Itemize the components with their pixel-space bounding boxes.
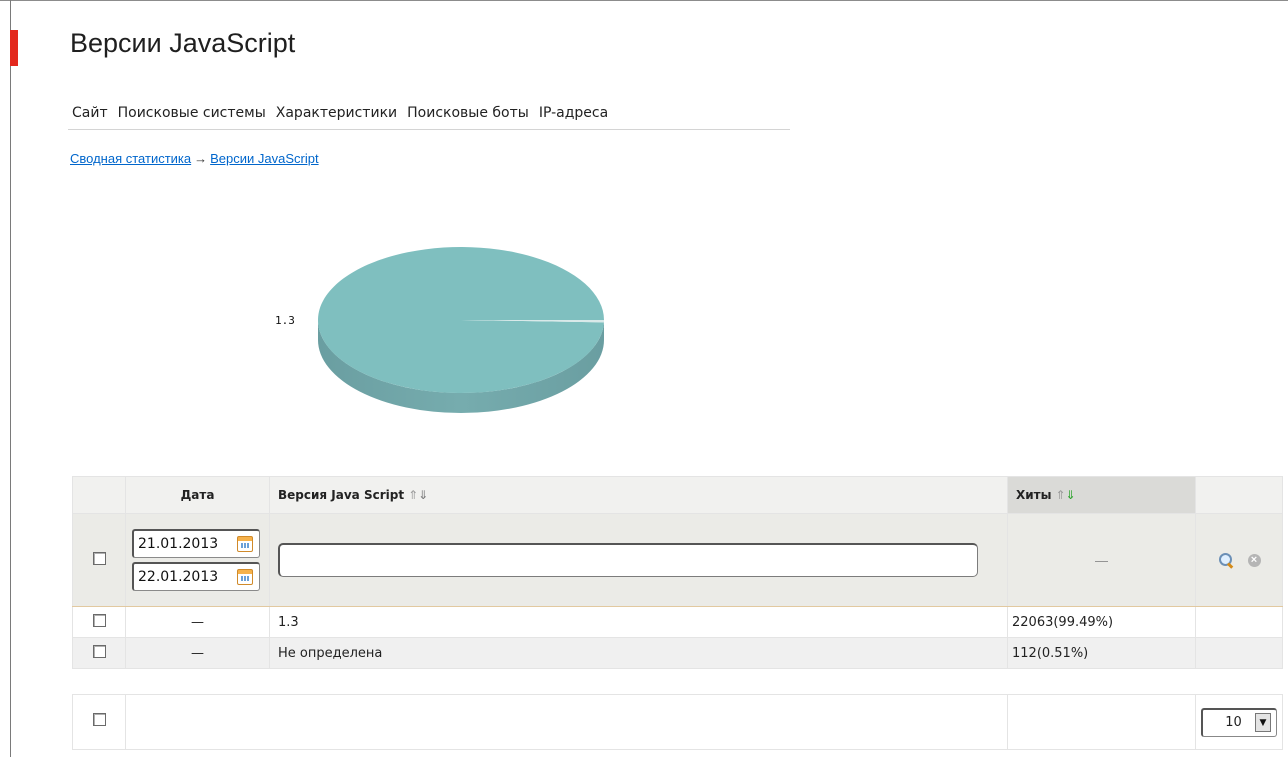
breadcrumb: Сводная статистика → Версии JavaScript <box>70 151 319 166</box>
row-select-cell <box>72 637 126 669</box>
table-row: — 1.3 22063(99.49%) <box>72 606 1283 638</box>
sort-desc-icon[interactable]: ⇓ <box>418 488 428 502</box>
row-hits: 112(0.51%) <box>1007 637 1196 669</box>
filter-select-checkbox[interactable] <box>92 552 106 565</box>
hits-header-label: Хиты <box>1016 488 1052 502</box>
row-hits: 22063(99.49%) <box>1007 606 1196 638</box>
search-icon[interactable] <box>1218 552 1234 568</box>
row-checkbox[interactable] <box>92 613 106 627</box>
column-header-version[interactable]: Версия Java Script ⇑⇓ <box>269 476 1008 514</box>
date-to-value: 22.01.2013 <box>138 569 219 585</box>
tab-characteristics[interactable]: Характеристики <box>272 105 401 129</box>
calendar-icon[interactable] <box>237 569 253 585</box>
select-all-checkbox[interactable] <box>92 713 106 726</box>
date-filter-cell: 21.01.2013 22.01.2013 <box>125 513 270 607</box>
table-row: — Не определена 112(0.51%) <box>72 637 1283 669</box>
row-version: Не определена <box>269 637 1008 669</box>
left-border <box>10 0 11 757</box>
sort-asc-icon[interactable]: ⇑ <box>408 488 418 502</box>
tab-site[interactable]: Сайт <box>68 105 112 129</box>
date-from-value: 21.01.2013 <box>138 536 219 552</box>
row-version: 1.3 <box>269 606 1008 638</box>
date-from-field[interactable]: 21.01.2013 <box>132 529 260 558</box>
sort-desc-icon[interactable]: ⇓ <box>1066 488 1076 502</box>
hits-filter-cell: — <box>1007 513 1196 607</box>
chevron-down-icon[interactable]: ▼ <box>1255 713 1271 732</box>
select-header <box>72 476 126 514</box>
pie-slice-label: 1.3 <box>275 314 295 327</box>
version-header-label: Версия Java Script <box>278 488 405 502</box>
breadcrumb-current-link[interactable]: Версии JavaScript <box>210 151 318 166</box>
filter-select-cell <box>72 513 126 607</box>
version-filter-cell <box>269 513 1008 607</box>
page-size-cell: 10 ▼ <box>1195 694 1283 750</box>
footer-spacer <box>1007 694 1196 750</box>
row-actions <box>1195 606 1283 638</box>
column-header-hits[interactable]: Хиты ⇑⇓ <box>1007 476 1196 514</box>
date-to-field[interactable]: 22.01.2013 <box>132 562 260 591</box>
js-versions-table: Дата Версия Java Script ⇑⇓ Хиты ⇑⇓ 21.01.2… <box>72 476 1283 669</box>
page-size-value: 10 <box>1225 715 1242 730</box>
tab-ip-addresses[interactable]: IP-адреса <box>535 105 612 129</box>
tab-search-bots[interactable]: Поисковые боты <box>403 105 533 129</box>
page-size-select[interactable]: 10 ▼ <box>1201 707 1277 737</box>
row-checkbox[interactable] <box>92 644 106 658</box>
tab-search-engines[interactable]: Поисковые системы <box>114 105 270 129</box>
filter-row: 21.01.2013 22.01.2013 — × <box>72 513 1283 607</box>
filter-actions-cell: × <box>1195 513 1283 607</box>
calendar-icon[interactable] <box>237 536 253 552</box>
top-border <box>0 0 1288 1</box>
column-header-date[interactable]: Дата <box>125 476 270 514</box>
row-date: — <box>125 637 270 669</box>
version-filter-input[interactable] <box>278 543 978 577</box>
clear-icon[interactable]: × <box>1247 553 1261 567</box>
breadcrumb-summary-link[interactable]: Сводная статистика <box>70 151 191 166</box>
page-title: Версии JavaScript <box>70 28 296 58</box>
footer-spacer <box>125 694 1008 750</box>
sort-asc-icon[interactable]: ⇑ <box>1055 488 1065 502</box>
table-footer: 10 ▼ <box>72 694 1283 750</box>
title-accent-bar <box>10 30 18 66</box>
breadcrumb-arrow: → <box>194 151 208 166</box>
pie-slices <box>318 247 604 394</box>
select-all-cell <box>72 694 126 750</box>
table-header-row: Дата Версия Java Script ⇑⇓ Хиты ⇑⇓ <box>72 476 1283 514</box>
row-select-cell <box>72 606 126 638</box>
stats-tabs: Сайт Поисковые системы Характеристики По… <box>68 105 790 130</box>
actions-header <box>1195 476 1283 514</box>
row-actions <box>1195 637 1283 669</box>
row-date: — <box>125 606 270 638</box>
js-version-pie-chart: 1.3 <box>275 247 604 413</box>
